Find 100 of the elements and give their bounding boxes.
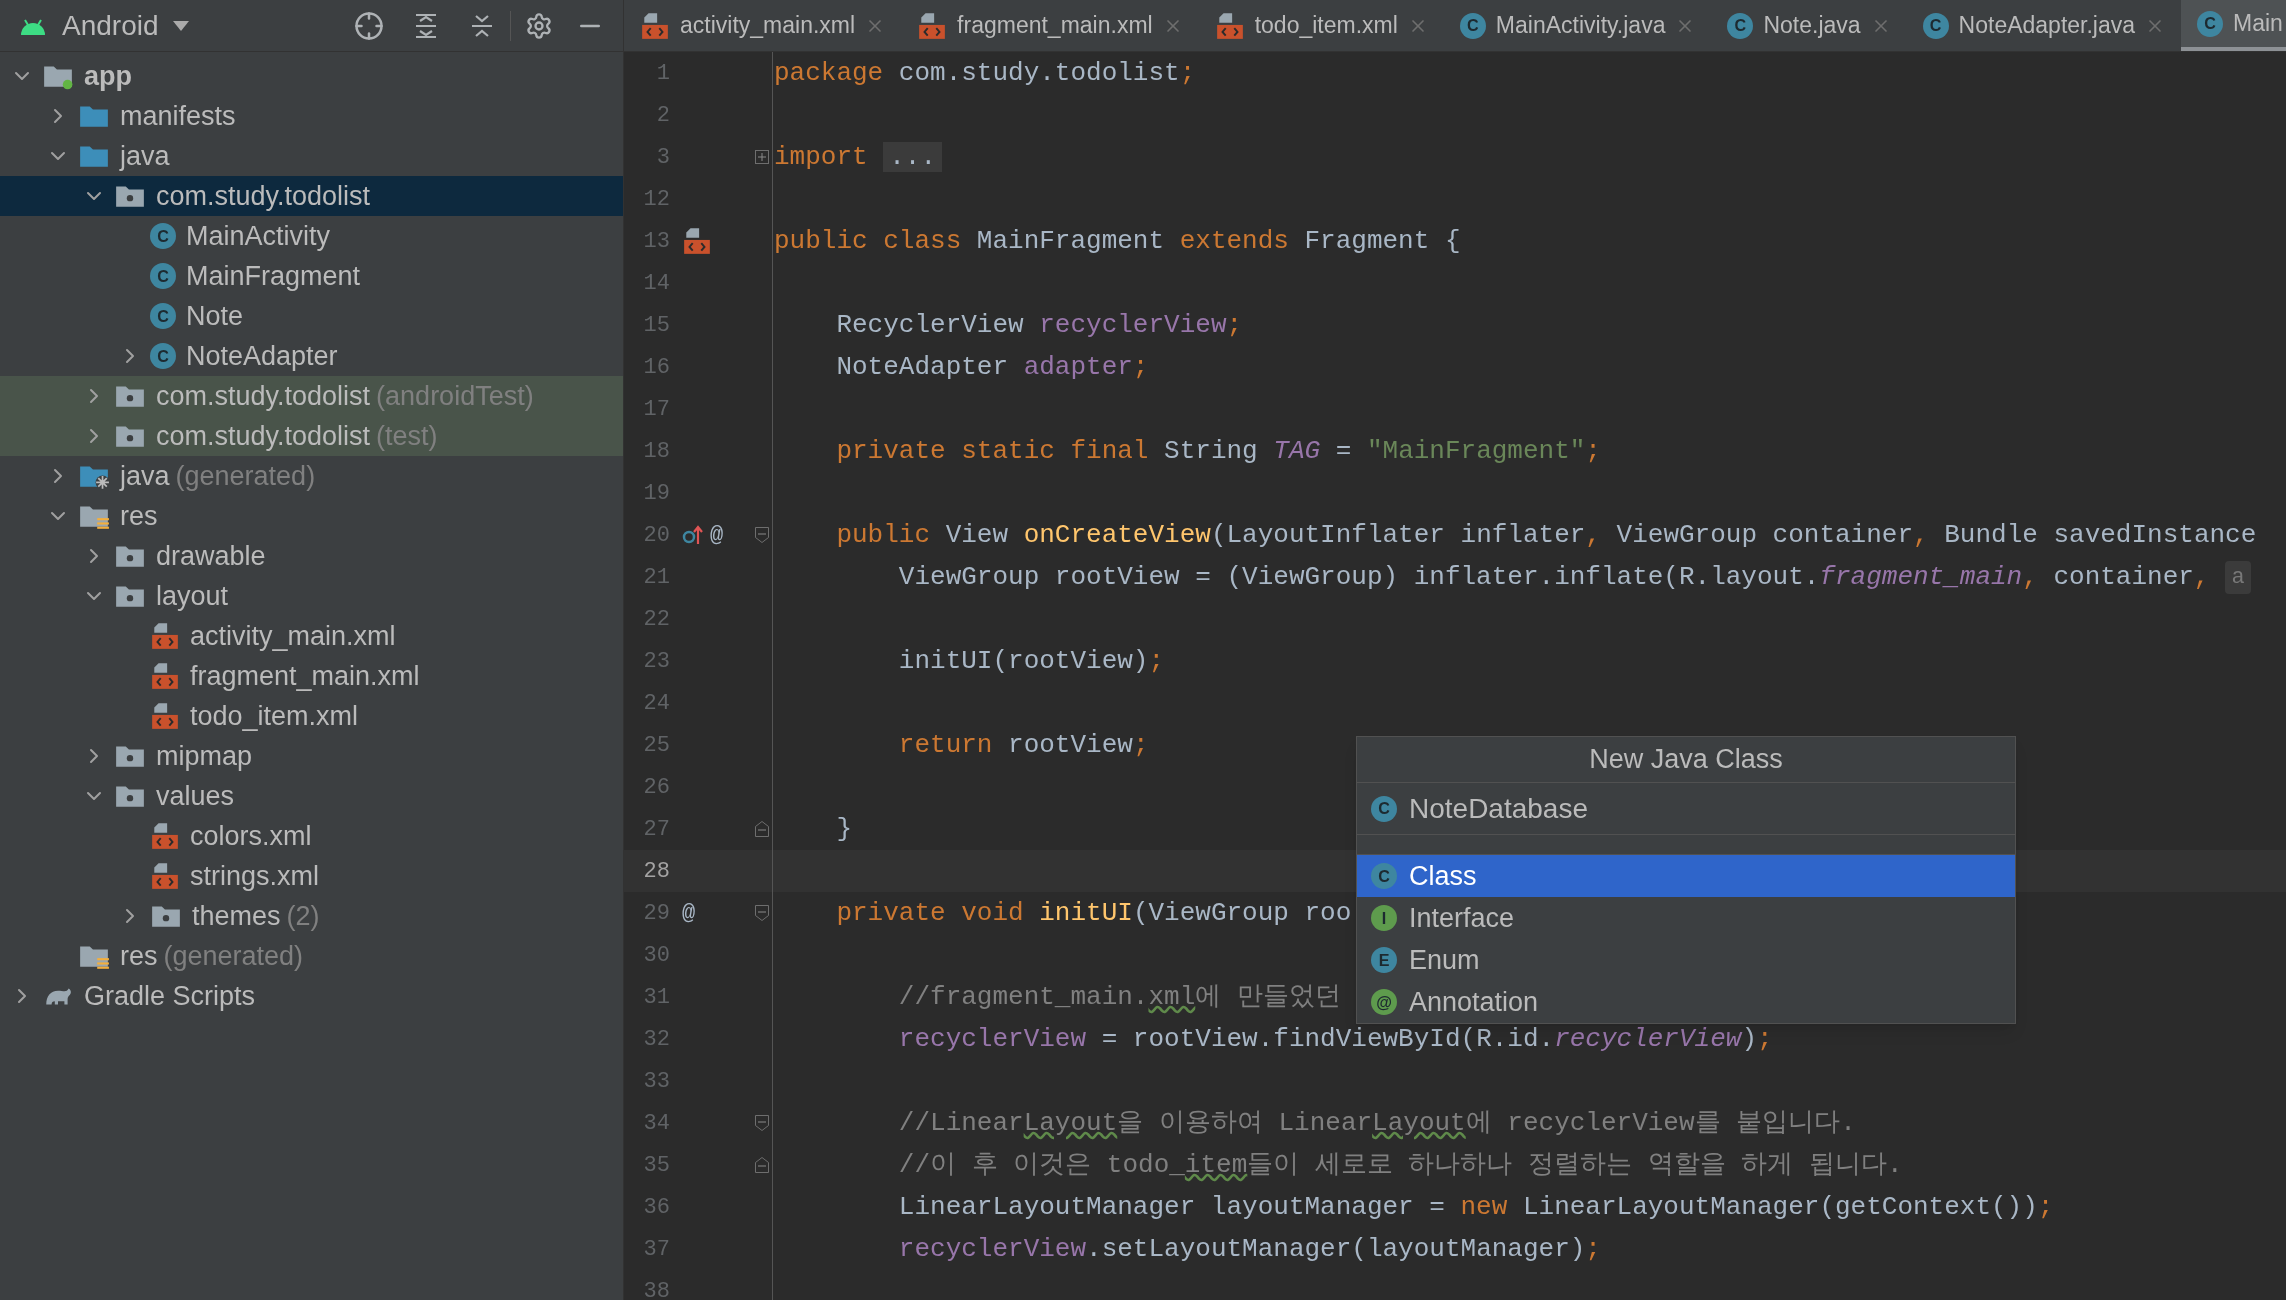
tree-item[interactable]: layout — [0, 576, 623, 616]
line-number: 28 — [642, 857, 670, 886]
item-note: (2) — [286, 899, 320, 933]
item-label: layout — [156, 579, 229, 613]
line-number: 3 — [655, 143, 670, 172]
class-icon: E — [1371, 947, 1397, 973]
editor-tab[interactable]: C NoteAdapter.java — [1906, 0, 2182, 51]
item-label: themes — [192, 899, 281, 933]
line-number: 14 — [642, 269, 670, 298]
tree-item[interactable]: themes (2) — [0, 896, 623, 936]
tab-label: MainActivity.java — [1495, 11, 1666, 41]
tree-item[interactable]: com.study.todolist — [0, 176, 623, 216]
class-kind-option[interactable]: I Interface — [1357, 897, 2015, 939]
class-icon: C — [150, 263, 176, 289]
item-label: strings.xml — [190, 859, 319, 893]
tree-item[interactable]: C MainActivity — [0, 216, 623, 256]
tab-label: todo_item.xml — [1254, 11, 1398, 41]
line-number: 2 — [655, 101, 670, 130]
fold-icon[interactable] — [755, 905, 769, 921]
code-line: LinearLayoutManager layoutManager = new LinearLayoutManager(getContext()); — [897, 1190, 2054, 1224]
view-dropdown[interactable]: Android — [62, 4, 189, 47]
class-kind-option[interactable]: @ Annotation — [1357, 981, 2015, 1023]
item-label: mipmap — [156, 739, 253, 773]
expand-fold-icon[interactable] — [755, 150, 769, 164]
line-number: 1 — [655, 59, 670, 88]
tree-item[interactable]: values — [0, 776, 623, 816]
tree-item[interactable]: java — [0, 136, 623, 176]
line-number: 20 — [642, 521, 670, 550]
code-line: } — [835, 812, 852, 846]
editor-tab[interactable]: C Note.java — [1711, 0, 1907, 51]
item-label: com.study.todolist — [156, 179, 371, 213]
tree-item[interactable]: mipmap — [0, 736, 623, 776]
tree-item[interactable]: Gradle Scripts — [0, 976, 623, 1016]
line-number: 12 — [642, 185, 670, 214]
xml-file-icon — [150, 661, 180, 691]
line-number: 19 — [642, 479, 670, 508]
class-kind-option[interactable]: C Class — [1357, 855, 2015, 897]
tree-item[interactable]: res — [0, 496, 623, 536]
line-number: 35 — [642, 1151, 670, 1180]
tree-item[interactable]: java (generated) — [0, 456, 623, 496]
code-line: return rootView; — [897, 728, 1149, 762]
fold-icon[interactable] — [755, 527, 769, 543]
code-line: import ... — [774, 137, 943, 177]
class-icon: C — [1371, 795, 1397, 822]
tree-item[interactable]: drawable — [0, 536, 623, 576]
editor-tab[interactable]: fragment_main.xml — [901, 0, 1199, 51]
line-number: 13 — [642, 227, 670, 256]
settings-icon[interactable] — [525, 11, 553, 40]
xml-file-icon — [150, 861, 180, 891]
annotation-mark[interactable]: @ — [682, 896, 696, 930]
tree-item[interactable]: app — [0, 56, 623, 96]
tab-label: NoteAdapter.java — [1958, 11, 2136, 41]
code-line: recyclerView = rootView.findViewById(R.id.recyclerView); — [897, 1022, 1773, 1056]
editor-tab[interactable]: todo_item.xml — [1198, 0, 1444, 51]
editor-tab[interactable]: C MainActivity.java — [1443, 0, 1712, 51]
tree-item[interactable]: todo_item.xml — [0, 696, 623, 736]
code-line: private static final String TAG = "MainFragment"; — [835, 434, 1601, 468]
class-name-field[interactable]: C NoteDatabase — [1357, 783, 2015, 835]
fold-end-icon[interactable] — [755, 1157, 769, 1173]
xml-file-icon — [1214, 10, 1245, 41]
line-number: 36 — [642, 1193, 670, 1222]
tree-item[interactable]: activity_main.xml — [0, 616, 623, 656]
annotation-mark[interactable]: @ — [710, 518, 724, 552]
tree-item[interactable]: manifests — [0, 96, 623, 136]
tab-label: Note.java — [1763, 11, 1861, 41]
item-note: (generated) — [175, 459, 316, 493]
code-line: //LinearLayout을 이용하여 LinearLayout에 recyclerView를 붙입니다. — [897, 1106, 1856, 1140]
item-label: Gradle Scripts — [84, 979, 256, 1013]
override-icon[interactable] — [682, 524, 704, 546]
tree-item[interactable]: C MainFragment — [0, 256, 623, 296]
locate-icon[interactable] — [354, 10, 384, 41]
parameter-hint: a — [2225, 560, 2251, 594]
item-label: todo_item.xml — [190, 699, 359, 733]
tree-item[interactable]: res (generated) — [0, 936, 623, 976]
fold-end-icon[interactable] — [755, 821, 769, 837]
code-line: public class MainFragment extends Fragment { — [774, 224, 1461, 258]
editor-tab[interactable]: activity_main.xml — [624, 0, 902, 51]
class-kind-option[interactable]: E Enum — [1357, 939, 2015, 981]
fold-icon[interactable] — [755, 1115, 769, 1131]
item-label: res — [120, 939, 158, 973]
tree-item[interactable]: C Note — [0, 296, 623, 336]
line-number: 17 — [642, 395, 670, 424]
item-label: res — [120, 499, 158, 533]
code-line: RecyclerView recyclerView; — [835, 308, 1243, 342]
tree-item[interactable]: C NoteAdapter — [0, 336, 623, 376]
editor-tab[interactable]: C Main — [2181, 0, 2286, 51]
xml-file-icon — [917, 10, 948, 41]
tab-label: fragment_main.xml — [957, 11, 1153, 41]
line-number: 26 — [642, 773, 670, 802]
item-label: colors.xml — [190, 819, 312, 853]
tree-item[interactable]: strings.xml — [0, 856, 623, 896]
popup-title: New Java Class — [1357, 737, 2015, 783]
tree-item[interactable]: fragment_main.xml — [0, 656, 623, 696]
line-number: 31 — [642, 983, 670, 1012]
tab-label: activity_main.xml — [680, 11, 856, 41]
class-icon: C — [1922, 12, 1949, 39]
class-icon: C — [150, 303, 176, 329]
line-number: 30 — [642, 941, 670, 970]
code-line: NoteAdapter adapter; — [835, 350, 1149, 384]
tree-item[interactable]: colors.xml — [0, 816, 623, 856]
